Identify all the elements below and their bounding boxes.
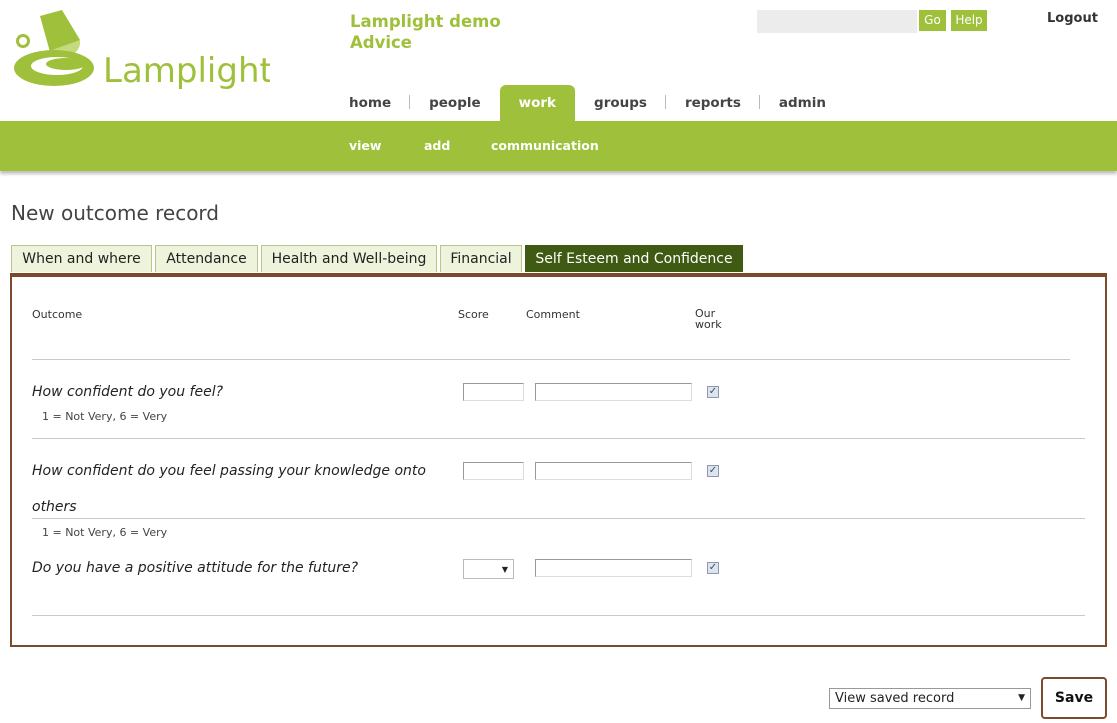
row2-our-work-checkbox[interactable]: ✓ xyxy=(707,465,719,477)
subnav-view[interactable]: view xyxy=(349,138,381,153)
subnav-add[interactable]: add xyxy=(424,138,450,153)
row1-question: How confident do you feel? xyxy=(32,384,224,400)
org-line-2: Advice xyxy=(350,33,412,52)
chevron-down-icon: ▼ xyxy=(501,565,508,574)
nav-groups[interactable]: groups xyxy=(575,85,666,121)
lamplight-logo[interactable]: Lamplight xyxy=(10,10,273,92)
header-divider xyxy=(32,359,1070,360)
header-score: Score xyxy=(458,308,489,321)
row1-comment-input[interactable] xyxy=(535,383,692,401)
row-divider xyxy=(32,518,1085,519)
header-comment: Comment xyxy=(526,308,580,321)
header-our-work-line2: work xyxy=(695,318,722,331)
row2-question-line1: How confident do you feel passing your k… xyxy=(32,463,426,479)
save-button[interactable]: Save xyxy=(1041,677,1107,719)
row2-question-line2: others xyxy=(32,499,77,515)
view-saved-record-select[interactable]: View saved record ▼ xyxy=(829,688,1031,709)
tab-attendance[interactable]: Attendance xyxy=(155,245,258,272)
nav-home[interactable]: home xyxy=(330,85,411,121)
subnav-communication[interactable]: communication xyxy=(491,138,599,153)
search-input[interactable] xyxy=(757,10,917,33)
tab-self-esteem-and-confidence[interactable]: Self Esteem and Confidence xyxy=(525,245,743,272)
outcomes-panel xyxy=(10,273,1107,647)
tab-financial[interactable]: Financial xyxy=(440,245,522,272)
tab-health-and-wellbeing[interactable]: Health and Well-being xyxy=(261,245,437,272)
go-button[interactable]: Go xyxy=(919,10,946,31)
row2-score-input[interactable] xyxy=(463,462,524,480)
header-our-work: Our work xyxy=(695,308,722,330)
header-outcome: Outcome xyxy=(32,308,83,321)
chevron-down-icon: ▼ xyxy=(1018,693,1025,703)
main-nav: home people work groups reports admin xyxy=(330,85,845,121)
row3-score-select[interactable]: ▼ xyxy=(463,559,514,579)
row1-score-input[interactable] xyxy=(463,383,524,401)
row-divider xyxy=(32,438,1085,439)
svg-text:Lamplight: Lamplight xyxy=(103,51,270,91)
row2-hint: 1 = Not Very, 6 = Very xyxy=(42,526,168,539)
row2-comment-input[interactable] xyxy=(535,462,692,480)
row3-our-work-checkbox[interactable]: ✓ xyxy=(707,562,719,574)
row1-hint: 1 = Not Very, 6 = Very xyxy=(42,410,168,423)
nav-people[interactable]: people xyxy=(410,85,500,121)
help-button[interactable]: Help xyxy=(951,10,987,31)
organisation-name: Lamplight demo Advice xyxy=(350,11,501,53)
nav-reports[interactable]: reports xyxy=(666,85,760,121)
nav-admin[interactable]: admin xyxy=(760,85,845,121)
row-divider xyxy=(32,615,1085,616)
tab-when-and-where[interactable]: When and where xyxy=(11,245,152,272)
row1-our-work-checkbox[interactable]: ✓ xyxy=(707,386,719,398)
lamp-icon xyxy=(14,10,94,86)
page-title: New outcome record xyxy=(11,201,219,225)
nav-work[interactable]: work xyxy=(499,85,576,121)
view-select-value: View saved record xyxy=(835,691,955,706)
row3-comment-input[interactable] xyxy=(535,559,692,577)
logout-link[interactable]: Logout xyxy=(1047,11,1098,26)
org-line-1: Lamplight demo xyxy=(350,12,501,31)
row3-question: Do you have a positive attitude for the … xyxy=(32,560,359,576)
